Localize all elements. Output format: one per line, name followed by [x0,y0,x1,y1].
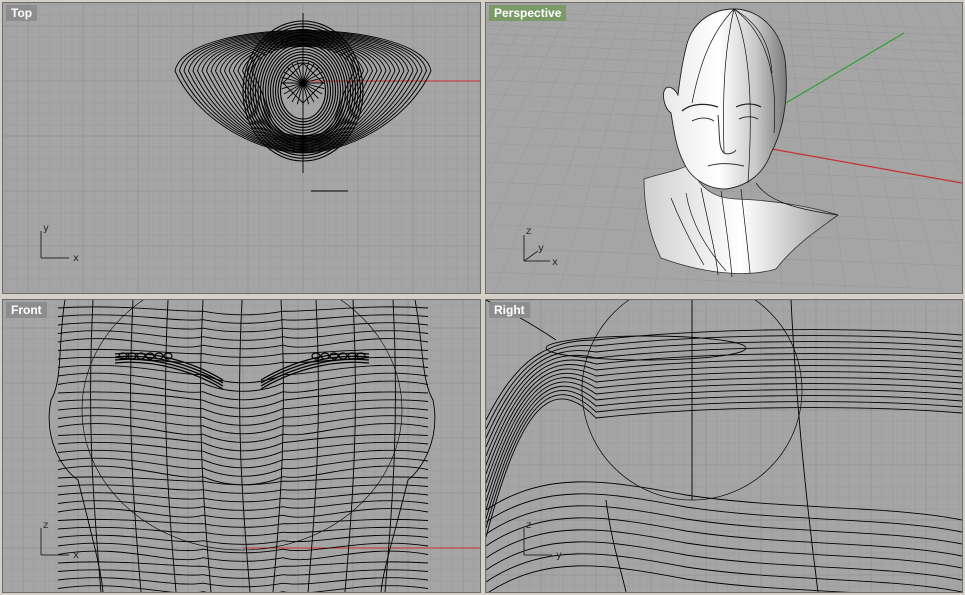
right-view-canvas[interactable]: z y [486,300,962,592]
axis-label-y: y [556,550,562,561]
axis-label-z: z [526,226,531,237]
axis-label-x: x [552,257,558,268]
axis-triad-icon: z y x [523,226,558,268]
perspective-view-canvas[interactable]: z y x [486,3,962,293]
front-view-canvas[interactable]: z x [3,300,480,592]
axis-triad-icon: y x [40,223,79,264]
x-axis-line [765,147,962,184]
viewport-right[interactable]: z y Right [485,299,963,593]
viewport-title-top[interactable]: Top [6,5,38,21]
viewport-title-right[interactable]: Right [489,302,530,318]
axis-label-z: z [43,520,48,531]
axis-label-z: z [526,520,531,531]
viewport-perspective[interactable]: z y x Perspective [485,2,963,294]
viewport-title-perspective[interactable]: Perspective [489,5,567,21]
axis-label-y: y [43,223,49,234]
y-axis-line [785,32,905,104]
axis-label-x: x [73,550,79,561]
top-view-canvas[interactable]: y x [3,3,480,293]
viewport-top[interactable]: y x Top [2,2,481,294]
axis-label-x: x [73,253,79,264]
rendered-head-model[interactable] [643,8,839,278]
viewport-title-front[interactable]: Front [6,302,47,318]
axis-label-y: y [538,243,544,254]
viewport-front[interactable]: z x Front [2,299,481,593]
